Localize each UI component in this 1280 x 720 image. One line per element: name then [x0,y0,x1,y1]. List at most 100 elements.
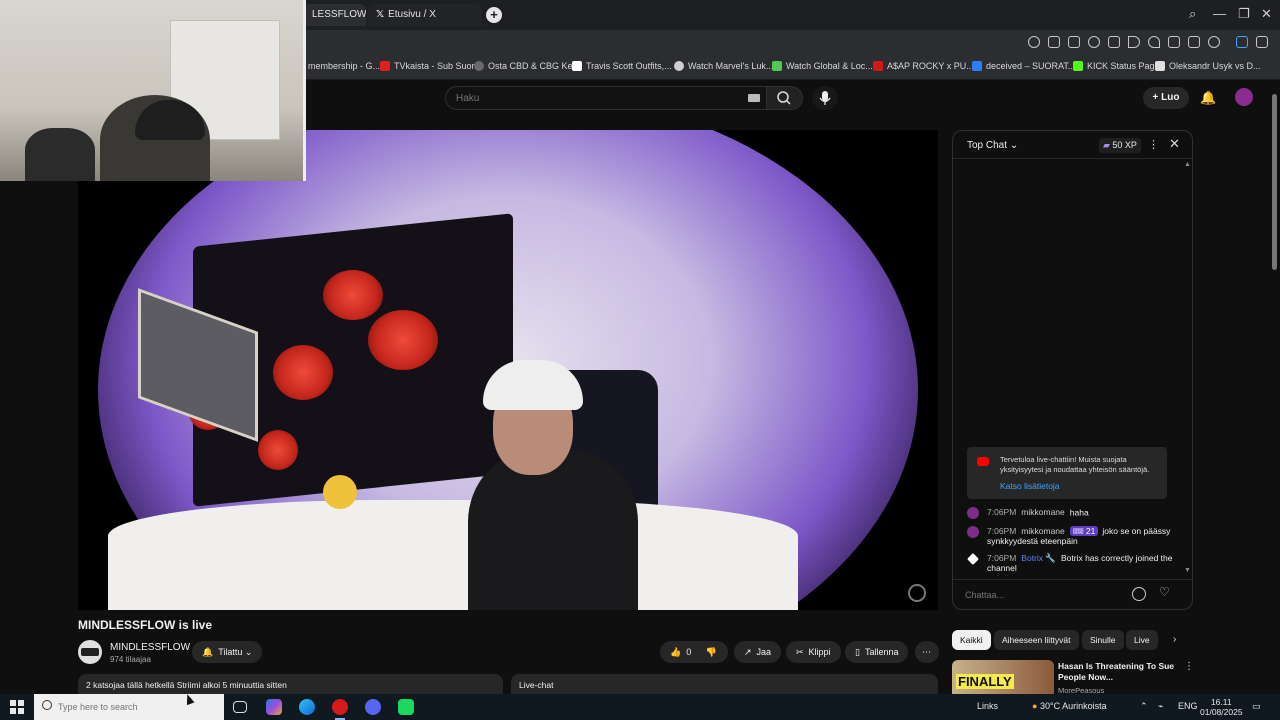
account-avatar[interactable] [1235,88,1253,106]
learn-more-link[interactable]: Katso lisätietoja [1000,481,1161,491]
chat-message[interactable]: 7:06PM mikkomane haha [967,507,1089,519]
play-icon[interactable] [1128,36,1140,48]
edit-icon[interactable] [1048,36,1060,48]
bookmark-item[interactable]: Watch Global & Loc... [772,61,873,71]
message-time: 7:06PM [987,526,1017,536]
related-video-title[interactable]: Hasan Is Threatening To Sue People Now..… [1058,661,1178,683]
weather-widget[interactable]: ● 30°C Aurinkoista [1032,701,1107,711]
menu-icon[interactable] [1188,36,1200,48]
share-button[interactable]: ↗ Jaa [734,641,782,663]
close-chat-icon[interactable]: ✕ [1169,136,1180,152]
network-icon[interactable]: ⌁ [1158,701,1163,712]
related-more-icon[interactable]: ⋮ [1184,661,1194,672]
tab-youtube-live[interactable]: LESSFLOW is live [304,4,366,26]
opera-icon[interactable] [332,699,348,720]
chevron-up-icon[interactable]: ⌃ [1140,701,1148,712]
save-button[interactable]: ▯ Tallenna [845,641,909,663]
puzzle-icon[interactable] [1256,36,1268,48]
xp-badge[interactable]: ▰ 50 XP [1099,138,1141,153]
minimize-icon[interactable]: — [1213,6,1226,21]
discord-icon[interactable] [365,699,381,715]
voice-search-button[interactable] [812,86,838,110]
chat-more-icon[interactable]: ⋮ [1148,138,1159,151]
language-indicator[interactable]: ENG [1178,701,1198,711]
chat-message[interactable]: 7:06PM Botrix 🔧 Botrix has correctly joine… [967,553,1173,573]
puma-icon [873,61,883,71]
bookmark-item[interactable]: A$AP ROCKY x PU... [873,61,974,71]
profile-icon[interactable] [1208,36,1220,48]
channel-avatar[interactable] [78,640,102,664]
close-window-icon[interactable]: ✕ [1261,6,1272,22]
create-button[interactable]: + Luo [1143,87,1189,109]
chat-message[interactable]: 7:06PM mikkomane 🎟 21 joko se on päässy syn… [967,526,1173,546]
chip-all[interactable]: Kaikki [952,630,991,650]
edge-icon[interactable] [299,699,315,715]
bookmark-item[interactable]: deceived – SUORAT... [972,61,1075,71]
chat-header: Top Chat ⌄ ▰ 50 XP ⋮ ✕ [953,131,1192,159]
clip-button[interactable]: ✂ Klippi [786,641,841,663]
bookmark-item[interactable]: TVkaista - Sub Suora [380,61,480,71]
search-box [445,86,767,110]
notifications-icon[interactable]: ▭ [1252,701,1261,712]
chat-scroll-down-icon[interactable]: ▼ [1184,567,1191,574]
links-toolbar[interactable]: Links [977,701,998,711]
task-view-icon[interactable] [233,701,247,713]
taskbar-clock[interactable]: 16.11 01/08/2025 [1200,697,1243,717]
cube-icon[interactable] [1108,36,1120,48]
live-chat-replay-bar[interactable]: Live-chat [511,674,938,694]
new-tab-button[interactable]: + [486,7,502,23]
subscribe-button[interactable]: 🔔 Tilattu ⌄ [192,641,263,663]
taskbar-search [34,694,224,720]
chat-welcome-notice: Tervetuloa live-chattiin! Muista suojata… [967,447,1167,499]
camera-icon[interactable] [1068,36,1080,48]
restore-icon[interactable]: ❐ [1238,6,1250,22]
windows-start-icon[interactable] [10,700,24,714]
download-icon[interactable] [1168,36,1180,48]
player-settings-icon[interactable] [908,584,926,602]
bookmark-item[interactable]: Travis Scott Outfits,... [572,61,672,71]
bookmark-item[interactable]: KICK Status Page [1073,61,1160,71]
video-player[interactable] [78,130,938,610]
chat-scroll-up-icon[interactable]: ▲ [1184,161,1191,168]
chip-related[interactable]: Aiheeseen liittyvät [994,630,1079,650]
heart-icon[interactable] [1148,36,1160,48]
bookmark-label: Watch Global & Loc... [786,61,873,71]
bookmark-label: KICK Status Page [1087,61,1160,71]
search-tabs-icon[interactable]: ⌕ [1189,6,1196,22]
chip-live[interactable]: Live [1126,630,1158,650]
zoom-icon[interactable] [1028,36,1040,48]
related-video-thumbnail[interactable]: FINALLY [952,660,1054,694]
tab-x-home[interactable]: 𝕏 Etusivu / X [368,4,482,26]
chevron-down-icon: ⌄ [242,647,253,657]
description-box[interactable]: 2 katsojaa tällä hetkellä Striimi alkoi … [78,674,503,694]
shield-icon[interactable] [1088,36,1100,48]
more-actions-button[interactable]: ⋯ [915,641,939,663]
chat-mode-dropdown[interactable]: Top Chat ⌄ [967,140,1018,151]
thumbs-up-icon: 👍 [670,647,682,657]
bookmark-item[interactable]: Oleksandr Usyk vs D... [1155,61,1261,71]
heart-icon[interactable]: ♡ [1159,585,1170,599]
like-button[interactable]: 👍 0 [670,647,691,657]
message-text: haha [1069,507,1089,518]
notifications-bell-icon[interactable]: 🔔 [1200,90,1216,106]
search-input[interactable] [446,87,726,109]
message-author[interactable]: mikkomane [1021,507,1064,517]
chat-input[interactable] [965,586,1135,604]
search-button[interactable] [767,86,803,110]
copilot-icon[interactable] [266,699,282,715]
channel-name[interactable]: MINDLESSFLOW [110,642,190,653]
message-author[interactable]: Botrix 🔧 [1021,553,1056,563]
bookmark-item[interactable]: membership - G... [308,61,380,71]
message-author[interactable]: mikkomane [1021,526,1064,536]
dislike-button[interactable]: 👎 [706,647,717,657]
extension-icon[interactable] [1236,36,1248,48]
emoji-icon[interactable] [1132,587,1146,601]
bookmark-item[interactable]: Osta CBD & CBG Ke... [474,61,580,71]
chip-for-you[interactable]: Sinulle [1082,630,1124,650]
bookmark-item[interactable]: Watch Marvel's Luk... [674,61,773,71]
media-app-icon[interactable] [398,699,414,715]
chevron-right-icon[interactable]: › [1173,634,1176,645]
page-scrollbar[interactable] [1272,94,1277,270]
keyboard-icon[interactable] [748,94,760,102]
site-icon [1155,61,1165,71]
